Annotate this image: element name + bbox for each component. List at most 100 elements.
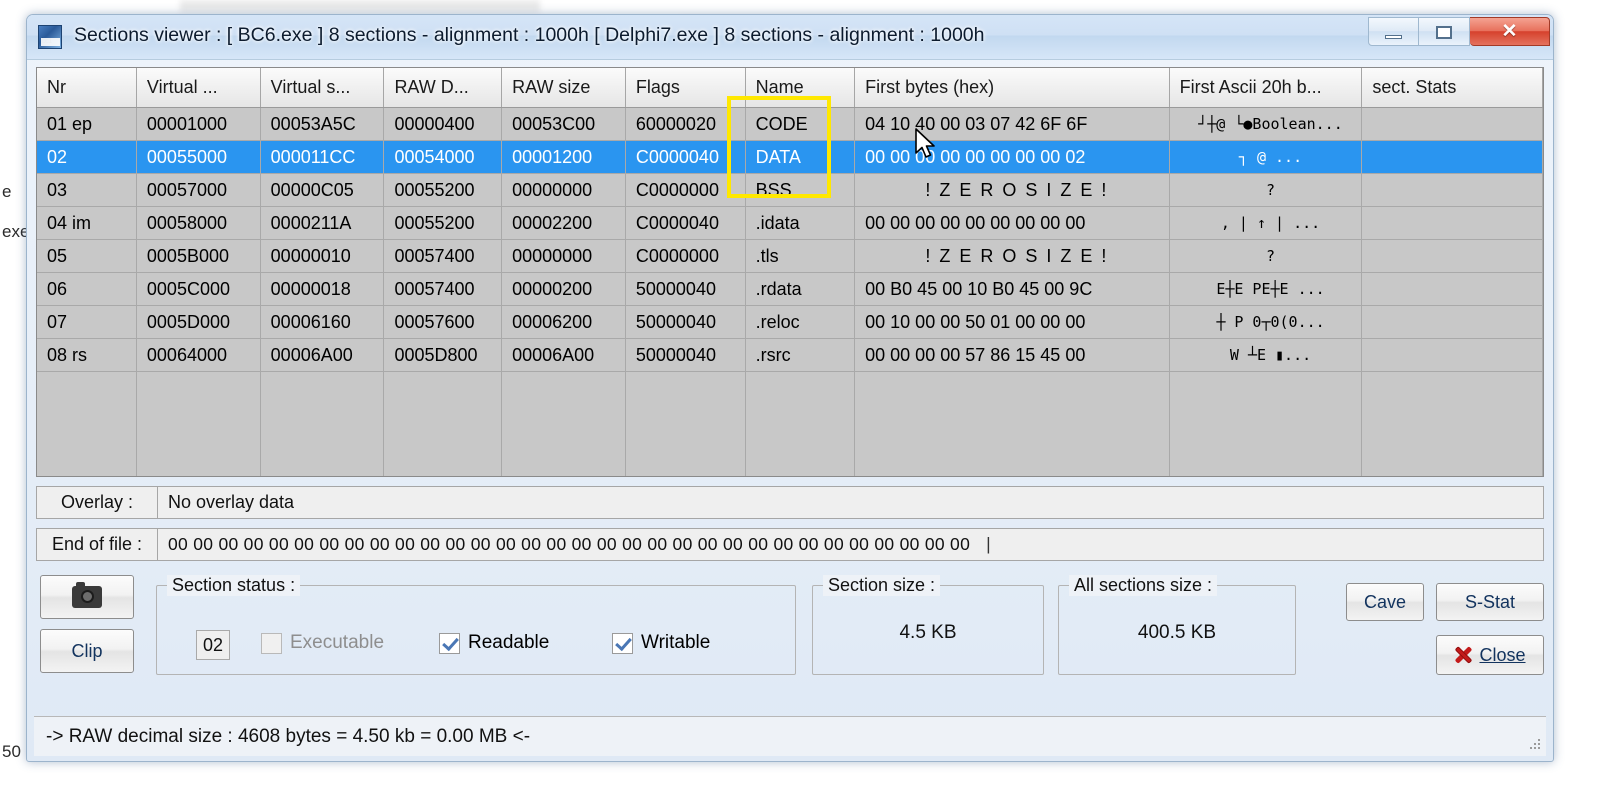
cell-raw-size: 00001200 (501, 140, 626, 174)
cell-sect-stats (1361, 305, 1543, 339)
red-x-icon (1454, 646, 1472, 664)
table-row[interactable]: 05 0005B000 00000010 00057400 00000000 C00000… (37, 239, 1543, 273)
empty-cell (501, 413, 626, 454)
empty-cell (383, 371, 503, 413)
resize-grip[interactable] (1528, 739, 1542, 753)
close-button-label: Close (1479, 644, 1526, 665)
maximize-button[interactable] (1419, 17, 1470, 46)
cell-first-ascii: ? (1169, 239, 1363, 273)
table-row[interactable]: 07 0005D000 00006160 00057600 00006200 500000… (37, 305, 1543, 339)
cell-first-bytes: ! Z E R O S I Z E ! (854, 173, 1170, 207)
empty-cell (625, 454, 746, 476)
all-sections-size-value: 400.5 KB (1137, 622, 1217, 643)
table-row[interactable]: 04 im 00058000 0000211A 00055200 00002200 C00… (37, 206, 1543, 240)
cell-sect-stats (1361, 272, 1543, 306)
col-header-first-bytes[interactable]: First bytes (hex) (854, 68, 1170, 108)
cell-flags: 50000040 (625, 338, 746, 372)
section-number-field[interactable]: 02 (196, 630, 230, 660)
writable-checkbox[interactable]: Writable (612, 632, 710, 654)
cell-virtual-address: 0005D000 (136, 305, 261, 339)
all-sections-size-group: All sections size : 400.5 KB (1058, 575, 1296, 675)
cell-name: .reloc (745, 305, 856, 339)
cell-name: DATA (745, 140, 856, 174)
readable-checkbox[interactable]: Readable (439, 632, 549, 654)
minimize-button[interactable] (1368, 17, 1419, 46)
cave-button[interactable]: Cave (1346, 583, 1424, 621)
cell-sect-stats (1361, 173, 1543, 207)
cell-nr: 08 rs (37, 338, 137, 372)
cell-virtual-size: 00000C05 (260, 173, 385, 207)
cell-first-bytes: 00 00 00 00 00 00 00 00 02 (854, 140, 1170, 174)
end-of-file-bytes: 00 00 00 00 00 00 00 00 00 00 00 00 00 0… (168, 534, 971, 554)
col-header-raw-size[interactable]: RAW size (501, 68, 626, 108)
empty-cell (501, 454, 626, 476)
cell-first-bytes: 00 00 00 00 00 00 00 00 00 (854, 206, 1170, 240)
section-size-group: Section size : 4.5 KB (812, 575, 1044, 675)
cell-flags: 50000040 (625, 305, 746, 339)
col-header-raw-data[interactable]: RAW D... (383, 68, 503, 108)
close-window-button[interactable]: ✕ (1470, 17, 1550, 46)
window-client-area: Nr Virtual ... Virtual s... RAW D... RAW… (27, 59, 1553, 761)
table-row[interactable]: 02 00055000 000011CC 00054000 00001200 C00000… (37, 140, 1543, 174)
cell-name: CODE (745, 107, 856, 141)
table-header-row: Nr Virtual ... Virtual s... RAW D... RAW… (37, 68, 1543, 108)
empty-cell (136, 454, 261, 476)
checkbox-box-executable (261, 632, 282, 654)
snapshot-button[interactable] (40, 575, 134, 619)
cell-sect-stats (1361, 107, 1543, 141)
app-icon: bc1 (38, 25, 62, 49)
window-control-buttons: ✕ (1368, 17, 1550, 47)
col-header-name[interactable]: Name (745, 68, 856, 108)
cell-raw-size: 00000000 (501, 173, 626, 207)
sections-viewer-window: bc1 Sections viewer : [ BC6.exe ] 8 sect… (26, 14, 1554, 762)
cell-raw-data: 00057600 (383, 305, 503, 339)
cell-flags: C0000040 (625, 140, 746, 174)
sections-grid[interactable]: Nr Virtual ... Virtual s... RAW D... RAW… (36, 67, 1544, 477)
cell-sect-stats (1361, 239, 1543, 273)
table-row[interactable]: 01 ep 00001000 00053A5C 00000400 00053C00 600… (37, 107, 1543, 141)
col-header-flags[interactable]: Flags (625, 68, 746, 108)
cell-raw-data: 0005D800 (383, 338, 503, 372)
cell-first-bytes: 00 00 00 00 57 86 15 45 00 (854, 338, 1170, 372)
title-bar[interactable]: bc1 Sections viewer : [ BC6.exe ] 8 sect… (27, 15, 1553, 60)
all-sections-size-legend: All sections size : (1069, 575, 1218, 596)
status-bar-text: -> RAW decimal size : 4608 bytes = 4.50 … (46, 725, 531, 747)
overlay-label: Overlay : (36, 486, 158, 519)
clip-button[interactable]: Clip (40, 629, 134, 673)
empty-cell (745, 454, 856, 476)
cell-sect-stats (1361, 140, 1543, 174)
cell-virtual-address: 00055000 (136, 140, 261, 174)
cell-nr: 05 (37, 239, 137, 273)
background-fragment-2: 50 (2, 742, 21, 761)
cell-sect-stats (1361, 338, 1543, 372)
table-row[interactable]: 03 00057000 00000C05 00055200 00000000 C00000… (37, 173, 1543, 207)
writable-label: Writable (641, 632, 711, 653)
col-header-nr[interactable]: Nr (37, 68, 137, 108)
empty-cell (37, 413, 137, 454)
cell-raw-size: 00002200 (501, 206, 626, 240)
cell-sect-stats (1361, 206, 1543, 240)
cell-virtual-address: 00057000 (136, 173, 261, 207)
section-status-legend: Section status : (167, 575, 301, 596)
section-status-group: Section status : 02 Executable Readable … (156, 575, 796, 675)
empty-cell (260, 413, 385, 454)
empty-cell (383, 413, 503, 454)
col-header-first-ascii[interactable]: First Ascii 20h b... (1169, 68, 1363, 108)
cell-virtual-size: 00000018 (260, 272, 385, 306)
close-button[interactable]: Close (1436, 635, 1544, 675)
cell-first-bytes: 00 10 00 00 50 01 00 00 00 (854, 305, 1170, 339)
col-header-virtual-addr[interactable]: Virtual ... (136, 68, 261, 108)
s-stat-button[interactable]: S-Stat (1436, 583, 1544, 621)
col-header-sect-stats[interactable]: sect. Stats (1361, 68, 1543, 108)
executable-checkbox[interactable]: Executable (261, 632, 384, 654)
col-header-virtual-size[interactable]: Virtual s... (260, 68, 385, 108)
empty-cell (37, 454, 137, 476)
cell-name: BSS (745, 173, 856, 207)
table-row[interactable]: 06 0005C000 00000018 00057400 00000200 500000… (37, 272, 1543, 306)
table-row[interactable]: 08 rs 00064000 00006A00 0005D800 00006A00 500… (37, 338, 1543, 372)
empty-cell (854, 413, 1170, 454)
cell-raw-data: 00000400 (383, 107, 503, 141)
close-icon: ✕ (1501, 21, 1518, 42)
empty-cell (260, 454, 385, 476)
end-of-file-caret: | (986, 534, 991, 554)
